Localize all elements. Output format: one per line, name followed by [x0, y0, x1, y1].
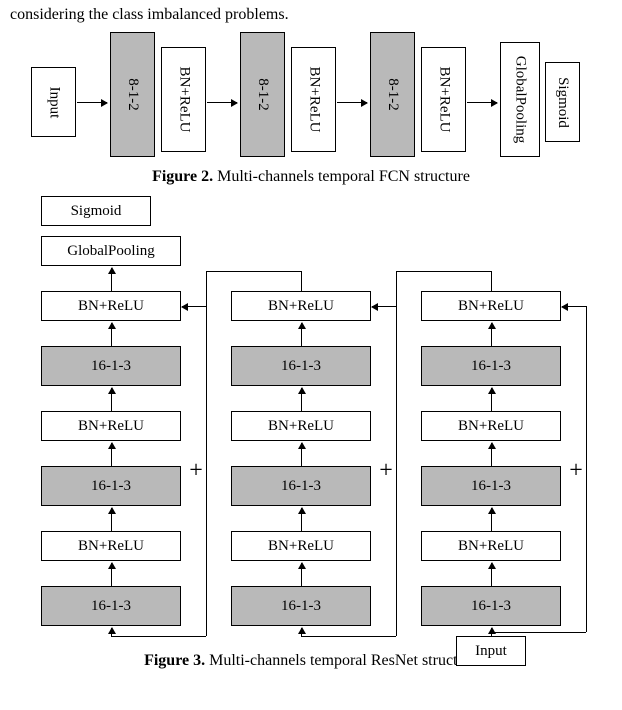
fig2-bnrelu1-label: BN+ReLU: [175, 67, 192, 133]
body-paragraph: considering the class imbalanced problem…: [10, 6, 612, 24]
arrow-icon: [337, 102, 367, 103]
skip-line: [586, 306, 587, 632]
fig3-a-bnrelu3: BN+ReLU: [41, 291, 181, 321]
arrow-up-icon: [491, 323, 492, 346]
fig3-input-box: Input: [456, 636, 526, 666]
arrow-left-icon: [372, 306, 396, 307]
fig2-input-label: Input: [45, 86, 62, 118]
fig2-conv3: 8-1-2: [370, 32, 415, 157]
fig2-bnrelu2: BN+ReLU: [291, 47, 336, 152]
fig3-c-conv2: 16-1-3: [421, 466, 561, 506]
plus-icon: +: [569, 458, 583, 485]
fig2-bnrelu2-label: BN+ReLU: [305, 67, 322, 133]
fig3-sigmoid: Sigmoid: [41, 196, 151, 226]
plus-icon: +: [189, 458, 203, 485]
fig2-bnrelu1: BN+ReLU: [161, 47, 206, 152]
figure-2-diagram: Input 8-1-2 BN+ReLU 8-1-2 BN+ReLU 8-1-2 …: [21, 32, 601, 162]
fig2-conv2: 8-1-2: [240, 32, 285, 157]
arrow-up-icon: [111, 268, 112, 291]
fig3-c-conv3: 16-1-3: [421, 346, 561, 386]
arrow-up-icon: [111, 508, 112, 531]
fig3-a-bnrelu1: BN+ReLU: [41, 531, 181, 561]
arrow-up-icon: [301, 323, 302, 346]
arrow-up-icon: [301, 508, 302, 531]
fig3-a-conv3: 16-1-3: [41, 346, 181, 386]
skip-line: [206, 271, 301, 272]
arrow-icon: [77, 102, 107, 103]
arrow-up-icon: [111, 563, 112, 586]
arrow-left-icon: [562, 306, 586, 307]
arrow-up-icon: [111, 628, 112, 636]
figure-3-caption-prefix: Figure 3.: [144, 652, 205, 669]
arrow-left-icon: [182, 306, 206, 307]
figure-3-caption-text: Multi-channels temporal ResNet structure: [205, 652, 478, 669]
skip-line: [111, 636, 206, 637]
fig3-b-bnrelu3: BN+ReLU: [231, 291, 371, 321]
fig3-a-bnrelu2: BN+ReLU: [41, 411, 181, 441]
fig3-b-bnrelu2: BN+ReLU: [231, 411, 371, 441]
arrow-up-icon: [301, 443, 302, 466]
arrow-icon: [467, 102, 497, 103]
figure-2-caption: Figure 2. Multi-channels temporal FCN st…: [10, 168, 612, 186]
fig2-bnrelu3-label: BN+ReLU: [435, 67, 452, 133]
fig3-a-conv2: 16-1-3: [41, 466, 181, 506]
skip-line: [301, 636, 396, 637]
fig3-a-conv1: 16-1-3: [41, 586, 181, 626]
skip-line: [396, 271, 491, 272]
fig2-conv3-label: 8-1-2: [384, 78, 401, 111]
arrow-up-icon: [111, 443, 112, 466]
fig2-sigmoid: Sigmoid: [545, 62, 580, 142]
skip-line: [396, 271, 397, 636]
arrow-up-icon: [301, 388, 302, 411]
arrow-up-icon: [491, 508, 492, 531]
figure-3-diagram: Sigmoid GlobalPooling BN+ReLU 16-1-3 BN+…: [11, 196, 611, 646]
fig2-bnrelu3: BN+ReLU: [421, 47, 466, 152]
skip-line: [301, 271, 302, 291]
fig2-sigmoid-label: Sigmoid: [554, 77, 571, 128]
arrow-up-icon: [301, 628, 302, 636]
arrow-up-icon: [491, 388, 492, 411]
fig3-b-conv2: 16-1-3: [231, 466, 371, 506]
figure-2-caption-prefix: Figure 2.: [152, 168, 213, 185]
arrow-up-icon: [111, 388, 112, 411]
fig3-c-bnrelu2: BN+ReLU: [421, 411, 561, 441]
fig3-c-bnrelu3: BN+ReLU: [421, 291, 561, 321]
fig3-b-bnrelu1: BN+ReLU: [231, 531, 371, 561]
fig3-c-bnrelu1: BN+ReLU: [421, 531, 561, 561]
fig2-globalpool: GlobalPooling: [500, 42, 540, 157]
arrow-up-icon: [111, 323, 112, 346]
fig3-b-conv3: 16-1-3: [231, 346, 371, 386]
skip-line: [491, 271, 492, 291]
arrow-up-icon: [491, 563, 492, 586]
fig2-globalpool-label: GlobalPooling: [512, 56, 529, 144]
figure-2-caption-text: Multi-channels temporal FCN structure: [213, 168, 470, 185]
fig3-c-conv1: 16-1-3: [421, 586, 561, 626]
fig2-input-box: Input: [31, 67, 76, 137]
fig2-conv1-label: 8-1-2: [124, 78, 141, 111]
skip-line: [206, 271, 207, 636]
arrow-up-icon: [301, 563, 302, 586]
fig2-conv2-label: 8-1-2: [254, 78, 271, 111]
fig3-b-conv1: 16-1-3: [231, 586, 371, 626]
arrow-icon: [207, 102, 237, 103]
plus-icon: +: [379, 458, 393, 485]
skip-line: [491, 632, 586, 633]
fig2-conv1: 8-1-2: [110, 32, 155, 157]
arrow-up-icon: [491, 443, 492, 466]
fig3-globalpool: GlobalPooling: [41, 236, 181, 266]
